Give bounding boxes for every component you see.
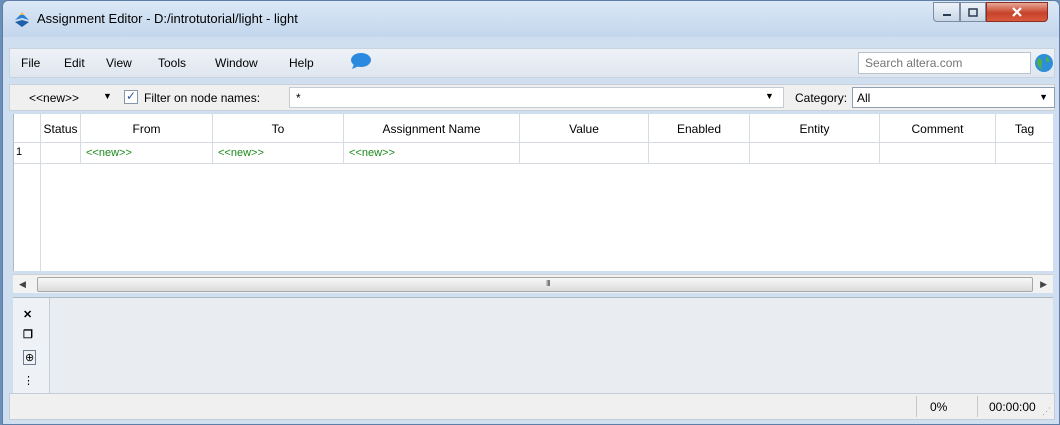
pane-grip-icon[interactable]: ⋮ (23, 374, 34, 387)
menu-window[interactable]: Window (215, 56, 258, 70)
menu-file[interactable]: File (21, 56, 40, 70)
filter-label: Filter on node names: (144, 91, 261, 105)
scroll-left-icon[interactable]: ◀ (19, 279, 26, 290)
menu-tools[interactable]: Tools (158, 56, 186, 70)
column-header-value[interactable]: Value (520, 114, 649, 143)
menu-edit[interactable]: Edit (64, 56, 85, 70)
row-number-header (14, 114, 41, 143)
pin-pane-icon[interactable]: ⊕ (23, 350, 37, 365)
filter-checkbox[interactable]: ✓ (124, 89, 138, 104)
filter-value: * (296, 91, 301, 105)
category-label: Category: (795, 91, 848, 105)
chevron-down-icon[interactable]: ▼ (103, 91, 112, 101)
cell-comment[interactable] (880, 143, 996, 164)
maximize-button[interactable] (960, 2, 986, 22)
column-header-assignment-name[interactable]: Assignment Name (344, 114, 520, 143)
minimize-icon (942, 14, 951, 16)
cell-to[interactable]: <<new>> (213, 143, 344, 164)
close-icon (1012, 7, 1022, 17)
column-header-tag[interactable]: Tag (996, 114, 1053, 143)
maximize-icon (968, 8, 978, 17)
scrollbar-thumb[interactable]: III (37, 277, 1033, 292)
progress-percent: 0% (930, 400, 948, 414)
category-select[interactable]: All ▼ (852, 87, 1055, 108)
checkmark-icon: ✓ (126, 89, 137, 103)
cell-tag[interactable] (996, 143, 1053, 164)
horizontal-scrollbar[interactable]: ◀ III ▶ (13, 274, 1053, 293)
messages-pane: ✕ ❐ ⊕ ⋮ (13, 297, 1053, 394)
float-pane-icon[interactable]: ❐ (23, 328, 33, 341)
minimize-button[interactable] (933, 2, 960, 22)
row-number[interactable]: 1 (14, 143, 41, 164)
column-header-status[interactable]: Status (41, 114, 81, 143)
status-separator (916, 396, 917, 417)
assignment-editor-app-icon (15, 12, 29, 27)
node-selector[interactable]: <<new>> (29, 91, 79, 105)
assignment-table: Status From To Assignment Name Value Ena… (13, 114, 1053, 271)
scrollbar-grip: III (546, 279, 551, 288)
filter-input[interactable]: * (289, 87, 784, 108)
pane-side-toolbar: ✕ ❐ ⊕ ⋮ (13, 298, 50, 394)
column-header-to[interactable]: To (213, 114, 344, 143)
globe-icon[interactable] (1034, 53, 1054, 73)
menu-help[interactable]: Help (289, 56, 314, 70)
cell-value[interactable] (520, 143, 649, 164)
search-input[interactable] (858, 52, 1031, 74)
cell-from[interactable]: <<new>> (81, 143, 213, 164)
close-button[interactable] (986, 2, 1048, 22)
elapsed-time: 00:00:00 (989, 400, 1036, 414)
close-pane-icon[interactable]: ✕ (23, 308, 32, 321)
column-header-enabled[interactable]: Enabled (649, 114, 750, 143)
cell-entity[interactable] (750, 143, 880, 164)
column-header-comment[interactable]: Comment (880, 114, 996, 143)
speech-bubble-icon[interactable] (349, 52, 373, 70)
window-title: Assignment Editor - D:/introtutorial/lig… (37, 11, 298, 26)
title-bar[interactable]: Assignment Editor - D:/introtutorial/lig… (3, 1, 1059, 37)
column-header-from[interactable]: From (81, 114, 213, 143)
cell-status[interactable] (41, 143, 81, 164)
status-separator (977, 396, 978, 417)
filter-toolbar: <<new>> ▼ ✓ Filter on node names: * ▼ Ca… (9, 84, 1055, 111)
chevron-down-icon: ▼ (1039, 92, 1048, 102)
filter-dropdown-icon[interactable]: ▼ (765, 91, 774, 101)
resize-grip-icon[interactable]: ⋰ (1042, 406, 1051, 417)
menu-view[interactable]: View (106, 56, 132, 70)
cell-assignment-name[interactable]: <<new>> (344, 143, 520, 164)
row-number-gutter (14, 164, 41, 271)
assignment-editor-window: Assignment Editor - D:/introtutorial/lig… (2, 0, 1060, 425)
column-header-entity[interactable]: Entity (750, 114, 880, 143)
cell-enabled[interactable] (649, 143, 750, 164)
scroll-right-icon[interactable]: ▶ (1040, 279, 1047, 290)
menu-bar: File Edit View Tools Window Help (9, 48, 1055, 78)
category-value: All (857, 91, 871, 105)
status-bar: 0% 00:00:00 ⋰ (9, 393, 1055, 420)
